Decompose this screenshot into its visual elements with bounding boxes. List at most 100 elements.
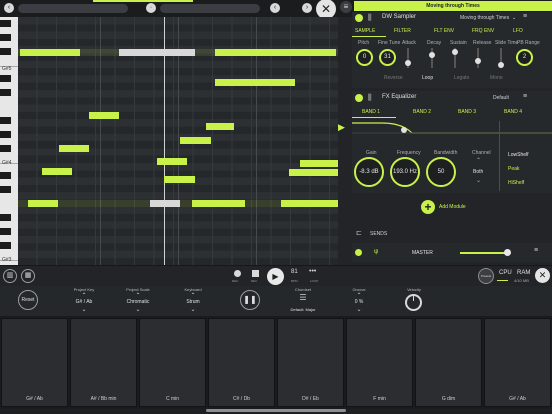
decay-slider[interactable] bbox=[429, 48, 435, 68]
release-slider[interactable] bbox=[475, 48, 481, 68]
tab-filter[interactable]: FILTER bbox=[394, 28, 411, 34]
module-menu-icon[interactable]: ≡ bbox=[523, 13, 527, 20]
mono-toggle[interactable]: Mono bbox=[490, 75, 503, 81]
send-level-slider[interactable] bbox=[460, 249, 511, 256]
scroll-right-icon[interactable]: › bbox=[302, 3, 312, 13]
project-scale-value[interactable]: Chromatic bbox=[118, 299, 158, 305]
scroll-left-icon[interactable]: ‹ bbox=[4, 3, 14, 13]
note[interactable] bbox=[20, 49, 80, 56]
power-icon[interactable] bbox=[355, 94, 363, 102]
fx-name[interactable]: FX Equalizer bbox=[382, 94, 416, 100]
close-icon[interactable]: ✕ bbox=[535, 268, 550, 283]
fx-preset[interactable]: Default bbox=[493, 95, 509, 101]
instrument-preset[interactable]: Moving through Times bbox=[460, 15, 509, 21]
bpm-value[interactable]: 81 bbox=[291, 269, 298, 275]
keyboard-value[interactable]: Strum bbox=[173, 299, 213, 305]
filter-peak[interactable]: Peak bbox=[508, 166, 519, 172]
groove-value[interactable]: 0 % bbox=[339, 299, 379, 305]
collapse-arrow-icon[interactable]: ▶ bbox=[338, 122, 345, 132]
note[interactable] bbox=[42, 168, 72, 175]
chevron-up-icon[interactable]: ⌃ bbox=[173, 292, 213, 299]
chord-pad[interactable]: G# / Ab bbox=[1, 318, 68, 407]
note[interactable] bbox=[289, 169, 338, 176]
stop-icon[interactable] bbox=[252, 270, 259, 277]
note[interactable] bbox=[215, 79, 295, 86]
note[interactable] bbox=[157, 158, 187, 165]
black-key[interactable] bbox=[0, 34, 11, 41]
chevron-down-icon[interactable]: ⌄ bbox=[339, 306, 379, 313]
chord-pad[interactable]: D# / Eb bbox=[277, 318, 344, 407]
timeline-scrubber[interactable] bbox=[18, 4, 128, 13]
frequency-knob[interactable]: 193.0 Hz bbox=[390, 157, 420, 187]
record-icon[interactable] bbox=[234, 270, 241, 277]
note[interactable] bbox=[300, 160, 338, 167]
chevron-up-icon[interactable]: ⌃ bbox=[476, 157, 481, 164]
note[interactable] bbox=[89, 112, 119, 119]
chord-pad[interactable]: C# / Db bbox=[208, 318, 275, 407]
filter-hishelf[interactable]: HiShelf bbox=[508, 180, 524, 186]
gain-knob[interactable]: -8.3 dB bbox=[354, 157, 384, 187]
note[interactable] bbox=[164, 176, 195, 183]
note[interactable] bbox=[59, 145, 89, 152]
note[interactable] bbox=[215, 49, 336, 56]
note[interactable] bbox=[281, 200, 338, 207]
fine-tune-knob[interactable]: 31 bbox=[379, 49, 396, 66]
note[interactable] bbox=[180, 137, 211, 144]
channel-value[interactable]: Both bbox=[473, 169, 483, 175]
instrument-name[interactable]: DW Sampler bbox=[382, 14, 416, 20]
power-icon[interactable] bbox=[355, 249, 362, 256]
black-key[interactable] bbox=[0, 20, 11, 27]
black-key[interactable] bbox=[0, 48, 11, 55]
chevron-down-icon[interactable]: ⌄ bbox=[173, 306, 213, 313]
note-selected[interactable] bbox=[150, 200, 180, 207]
piano-view-icon[interactable]: ▦ bbox=[21, 269, 35, 283]
timeline-scrubber-2[interactable] bbox=[160, 4, 260, 13]
menu-icon[interactable]: ≡ bbox=[340, 1, 352, 13]
tab-lfo[interactable]: LFO bbox=[513, 28, 523, 34]
black-key[interactable] bbox=[0, 89, 11, 96]
reset-button[interactable]: Reset bbox=[18, 290, 38, 310]
chevron-up-icon[interactable]: ⌃ bbox=[118, 292, 158, 299]
black-key[interactable] bbox=[0, 172, 11, 179]
chevron-up-icon[interactable]: ⌃ bbox=[339, 292, 379, 299]
black-key[interactable] bbox=[0, 75, 11, 82]
chord-pad[interactable]: F min bbox=[346, 318, 413, 407]
module-menu-icon[interactable]: ≡ bbox=[523, 93, 527, 100]
power-icon[interactable] bbox=[355, 14, 363, 22]
piano-roll[interactable]: ‹ · ‹ › ✕ G#5 G#4 G#3 bbox=[0, 0, 338, 265]
chord-pad[interactable]: A# / Bb min bbox=[70, 318, 137, 407]
piano-keyboard[interactable]: G#5 G#4 G#3 bbox=[0, 17, 18, 265]
chevron-down-icon[interactable]: ⌄ bbox=[476, 177, 481, 184]
tab-frq-env[interactable]: FRQ ENV bbox=[472, 28, 494, 34]
note[interactable] bbox=[206, 123, 234, 130]
note[interactable] bbox=[28, 200, 58, 207]
more-icon[interactable]: ••• bbox=[309, 268, 316, 275]
list-icon[interactable]: ☰ bbox=[283, 293, 323, 302]
chevron-down-icon[interactable]: ⌄ bbox=[64, 306, 104, 313]
tab-sample[interactable]: SAMPLE bbox=[355, 28, 375, 34]
tab-band-3[interactable]: BAND 3 bbox=[458, 109, 476, 115]
black-key[interactable] bbox=[0, 242, 11, 249]
grid-view-icon[interactable]: ▥ bbox=[3, 269, 17, 283]
reverse-toggle[interactable]: Reverse bbox=[384, 75, 403, 81]
add-module-icon[interactable]: + bbox=[421, 200, 435, 214]
sustain-slider[interactable] bbox=[452, 48, 458, 68]
loop-toggle[interactable]: Loop bbox=[422, 75, 433, 81]
black-key[interactable] bbox=[0, 131, 11, 138]
play-button[interactable]: ▶ bbox=[267, 268, 284, 285]
tab-band-4[interactable]: BAND 4 bbox=[504, 109, 522, 115]
project-key-value[interactable]: G# / Ab bbox=[64, 299, 104, 305]
chord-pad[interactable]: C min bbox=[139, 318, 206, 407]
bar-marker-icon[interactable]: · bbox=[146, 3, 156, 13]
add-module-label[interactable]: Add Module bbox=[439, 204, 466, 210]
chordset-value[interactable]: Default: Major bbox=[278, 307, 328, 312]
chord-pad[interactable]: G# / Ab bbox=[484, 318, 551, 407]
legato-toggle[interactable]: Legato bbox=[454, 75, 469, 81]
tab-band-2[interactable]: BAND 2 bbox=[413, 109, 431, 115]
filter-lowshelf[interactable]: LowShelf bbox=[508, 152, 529, 158]
timeline-scrub-bar[interactable]: ‹ · ‹ › bbox=[0, 0, 338, 17]
bandwidth-knob[interactable]: 50 bbox=[426, 157, 456, 187]
black-key[interactable] bbox=[0, 214, 11, 221]
black-key[interactable] bbox=[0, 117, 11, 124]
note-selected[interactable] bbox=[119, 49, 195, 56]
